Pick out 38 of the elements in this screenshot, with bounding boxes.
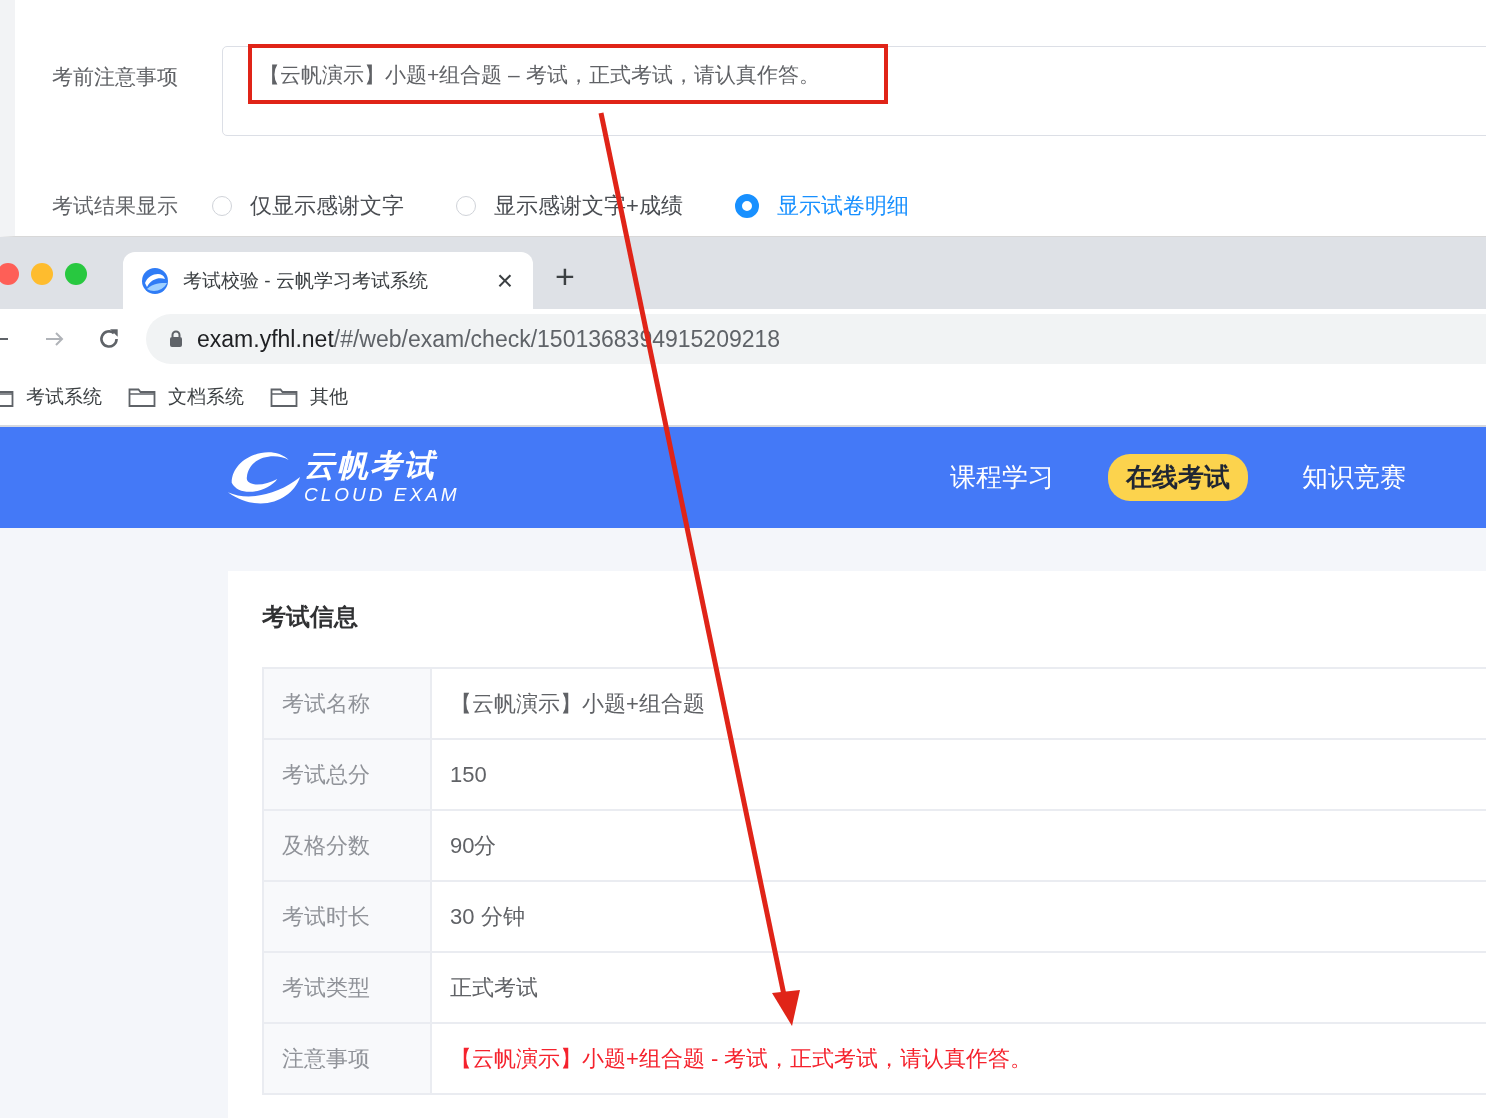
browser-tab[interactable]: 考试校验 - 云帆学习考试系统 × [123, 252, 533, 309]
folder-icon [128, 386, 156, 408]
table-cell-text: 【云帆演示】小题+组合题 - 考试，正式考试，请认真作答。 [449, 1044, 1033, 1073]
close-window-icon[interactable] [0, 263, 19, 285]
field-label: 考前注意事项 [52, 64, 179, 90]
swirl-logo-icon [141, 266, 169, 295]
folder-icon [270, 386, 298, 408]
table-cell-text: 30 分钟 [449, 902, 525, 931]
bookmark-item[interactable]: 考试系统 [0, 384, 102, 410]
tab-close-button[interactable]: × [496, 266, 513, 295]
nav-link[interactable]: 知识竞赛 [1284, 454, 1424, 501]
section-title: 考试信息 [262, 602, 359, 632]
radio-label[interactable]: 仅显示感谢文字 [250, 191, 404, 221]
field-label: 考试结果显示 [52, 193, 179, 219]
table-cell-text: 正式考试 [449, 973, 538, 1002]
table-label-cell: 考试时长 [264, 882, 432, 951]
table-label-cell: 考试名称 [264, 669, 432, 738]
notice-text: 【云帆演示】小题+组合题 – 考试，正式考试，请认真作答。 [259, 63, 820, 86]
table-cell-text: 150 [449, 760, 487, 789]
bookmark-item[interactable]: 其他 [270, 384, 348, 410]
logo-subtitle: CLOUD EXAM [304, 483, 460, 506]
table-label-cell: 及格分数 [264, 811, 432, 880]
table-label-cell: 考试总分 [264, 740, 432, 809]
nav-link[interactable]: 在线考试 [1108, 454, 1248, 501]
radio-button[interactable] [734, 194, 759, 218]
notice-textarea[interactable]: 【云帆演示】小题+组合题 – 考试，正式考试，请认真作答。 [222, 46, 1486, 136]
table-label-cell: 考试类型 [264, 953, 432, 1022]
nav-link[interactable]: 课程学习 [932, 454, 1072, 501]
maximize-window-icon[interactable] [65, 263, 87, 285]
table-cell-text: 【云帆演示】小题+组合题 [449, 689, 705, 718]
lock-icon [169, 330, 183, 348]
table-label-cell: 注意事项 [264, 1024, 432, 1093]
new-tab-button[interactable]: + [555, 259, 575, 293]
table-cell-text: 90分 [449, 831, 497, 860]
logo-title: 云帆考试 [304, 449, 439, 484]
minimize-window-icon[interactable] [31, 263, 53, 285]
tab-title: 考试校验 - 云帆学习考试系统 [183, 268, 429, 293]
bookmark-item[interactable]: 文档系统 [128, 384, 244, 410]
